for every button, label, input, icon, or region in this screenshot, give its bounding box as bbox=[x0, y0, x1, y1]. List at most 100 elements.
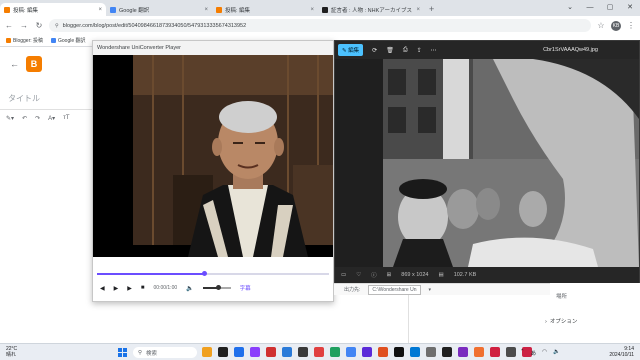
new-tab-button[interactable]: + bbox=[424, 3, 439, 16]
text-style-icon[interactable]: A▾ bbox=[48, 115, 55, 122]
close-window-button[interactable]: ✕ bbox=[620, 0, 640, 16]
taskbar-app-icon[interactable] bbox=[298, 347, 308, 357]
url-text: blogger.com/blog/post/edit/5040984661873… bbox=[62, 22, 247, 29]
translate-favicon-icon bbox=[110, 6, 116, 13]
tab-1[interactable]: Google 翻訳 × bbox=[106, 3, 212, 16]
output-path-field[interactable]: C:\Wondershare Un bbox=[368, 284, 421, 295]
taskbar-app-icon[interactable] bbox=[330, 347, 340, 357]
redo-icon[interactable]: ↷ bbox=[35, 115, 40, 122]
address-bar[interactable]: ⚲ blogger.com/blog/post/edit/50409846618… bbox=[49, 19, 591, 32]
filmstrip-icon[interactable]: ▭ bbox=[341, 272, 346, 278]
share-icon[interactable]: ⇪ bbox=[417, 47, 422, 54]
edit-label: 編集 bbox=[348, 48, 360, 54]
taskbar-app-icon[interactable] bbox=[218, 347, 228, 357]
video-monk-image bbox=[93, 55, 333, 257]
menu-kebab-icon[interactable]: ⋮ bbox=[626, 21, 636, 30]
pen-icon[interactable]: ✎▾ bbox=[6, 115, 14, 122]
photo-viewer-window: ✎ 編集 ⟳ 🗑 ⎙ ⇪ ⋯ Cbr1SrVAAAQw49.jpg ▭ ♡ ⓘ … bbox=[334, 40, 640, 283]
taskbar-app-icon[interactable] bbox=[426, 347, 436, 357]
minimize-button[interactable]: — bbox=[580, 0, 600, 16]
volume-slider[interactable] bbox=[202, 285, 231, 290]
edit-button[interactable]: ✎ 編集 bbox=[338, 44, 364, 56]
taskbar-app-icon[interactable] bbox=[282, 347, 292, 357]
taskbar-app-icon[interactable] bbox=[250, 347, 260, 357]
windows-taskbar: 22°C 晴れ ⚲ 検索 ⌃ あ ◠ 🔈 9:14 2024/10/11 bbox=[0, 343, 640, 360]
taskbar-app-icon[interactable] bbox=[442, 347, 452, 357]
weather-condition: 晴れ bbox=[6, 352, 17, 358]
taskbar-app-icon[interactable] bbox=[234, 347, 244, 357]
favorite-icon[interactable]: ♡ bbox=[356, 272, 361, 278]
seek-handle[interactable] bbox=[201, 271, 207, 276]
seek-bar[interactable] bbox=[97, 271, 329, 276]
translate-favicon-icon bbox=[51, 38, 57, 44]
play-icon[interactable]: ▶ bbox=[114, 285, 119, 292]
taskbar-app-icon[interactable] bbox=[490, 347, 500, 357]
next-icon[interactable]: ▶ bbox=[127, 285, 132, 292]
post-title-input[interactable]: タイトル bbox=[8, 93, 40, 104]
speaker-icon[interactable]: 🔈 bbox=[553, 349, 560, 357]
volume-handle[interactable] bbox=[216, 285, 222, 290]
system-tray: ⌃ あ ◠ 🔈 bbox=[520, 349, 560, 357]
taskbar-app-icon[interactable] bbox=[202, 347, 212, 357]
rotate-icon[interactable]: ⟳ bbox=[372, 47, 377, 54]
stop-icon[interactable]: ■ bbox=[141, 285, 145, 291]
photo-image[interactable] bbox=[383, 59, 639, 267]
tab-3[interactable]: 証言者 : 人物 : NHKアーカイブス × bbox=[318, 3, 424, 16]
maximize-button[interactable]: ▢ bbox=[600, 0, 620, 16]
close-tab-icon[interactable]: × bbox=[98, 7, 102, 13]
folder-icon[interactable]: ▾ bbox=[429, 287, 432, 293]
taskbar-app-icon[interactable] bbox=[346, 347, 356, 357]
close-tab-icon[interactable]: × bbox=[310, 7, 314, 13]
start-icon[interactable] bbox=[118, 348, 127, 357]
output-label: 出力先: bbox=[344, 287, 361, 293]
taskbar-app-icon[interactable] bbox=[378, 347, 388, 357]
close-tab-icon[interactable]: × bbox=[416, 7, 420, 13]
tab-2[interactable]: 投稿: 編集 × bbox=[212, 3, 318, 16]
blogger-logo-icon[interactable]: B bbox=[26, 56, 42, 72]
taskbar-app-icon[interactable] bbox=[458, 347, 468, 357]
dimensions-icon: ⊞ bbox=[386, 272, 392, 278]
bookmark-star-icon[interactable]: ☆ bbox=[596, 21, 606, 30]
reload-icon[interactable]: ↻ bbox=[34, 21, 44, 30]
profile-avatar[interactable]: KB bbox=[611, 20, 621, 31]
video-frame[interactable] bbox=[93, 55, 333, 257]
taskbar-app-icon[interactable] bbox=[474, 347, 484, 357]
taskbar-app-icon[interactable] bbox=[362, 347, 372, 357]
language-icon[interactable]: あ bbox=[531, 349, 537, 357]
back-icon[interactable]: ← bbox=[4, 21, 14, 30]
taskbar-app-icon[interactable] bbox=[410, 347, 420, 357]
close-tab-icon[interactable]: × bbox=[204, 7, 208, 13]
taskbar-app-icon[interactable] bbox=[266, 347, 276, 357]
editor-toolbar: ✎▾ ↶ ↷ A▾ ᴛT bbox=[6, 115, 70, 122]
taskbar-app-icon[interactable] bbox=[394, 347, 404, 357]
back-arrow-icon[interactable]: ← bbox=[10, 59, 19, 69]
more-icon[interactable]: ⋯ bbox=[431, 47, 437, 54]
taskbar-search[interactable]: ⚲ 検索 bbox=[133, 347, 197, 358]
bookmark-item[interactable]: Blogger: 投稿 bbox=[6, 37, 43, 44]
taskbar-app-icon[interactable] bbox=[314, 347, 324, 357]
clock[interactable]: 9:14 2024/10/11 bbox=[598, 346, 634, 358]
tab-title: 投稿: 編集 bbox=[225, 7, 251, 14]
forward-icon[interactable]: → bbox=[19, 21, 29, 30]
format-size-icon[interactable]: ᴛT bbox=[63, 115, 69, 122]
print-icon[interactable]: ⎙ bbox=[403, 47, 408, 54]
delete-icon[interactable]: 🗑 bbox=[386, 47, 394, 54]
browser-tab-strip: 投稿: 編集 × Google 翻訳 × 投稿: 編集 × 証言者 : 人物 :… bbox=[0, 0, 640, 16]
site-info-icon[interactable]: ⚲ bbox=[55, 23, 59, 29]
sidebar-item-options[interactable]: › オプション bbox=[545, 317, 577, 325]
weather-widget[interactable]: 22°C 晴れ bbox=[6, 346, 17, 358]
clock-date: 2024/10/11 bbox=[609, 352, 634, 358]
subtitle-button[interactable]: 字幕 bbox=[240, 284, 251, 292]
info-icon[interactable]: ⓘ bbox=[371, 271, 377, 279]
taskbar-app-icon[interactable] bbox=[506, 347, 516, 357]
previous-icon[interactable]: ◀ bbox=[100, 285, 105, 292]
chevron-up-icon[interactable]: ⌃ bbox=[520, 349, 525, 357]
volume-icon[interactable]: 🔈 bbox=[186, 285, 193, 292]
tab-search-icon[interactable]: ⌄ bbox=[560, 0, 580, 16]
wifi-icon[interactable]: ◠ bbox=[542, 349, 547, 357]
undo-icon[interactable]: ↶ bbox=[22, 115, 27, 122]
tab-0[interactable]: 投稿: 編集 × bbox=[0, 3, 106, 16]
tab-title: 証言者 : 人物 : NHKアーカイブス bbox=[331, 7, 412, 14]
bookmark-item[interactable]: Google 翻訳 bbox=[51, 37, 86, 44]
sidebar-item-location[interactable]: 場所 bbox=[556, 292, 567, 300]
